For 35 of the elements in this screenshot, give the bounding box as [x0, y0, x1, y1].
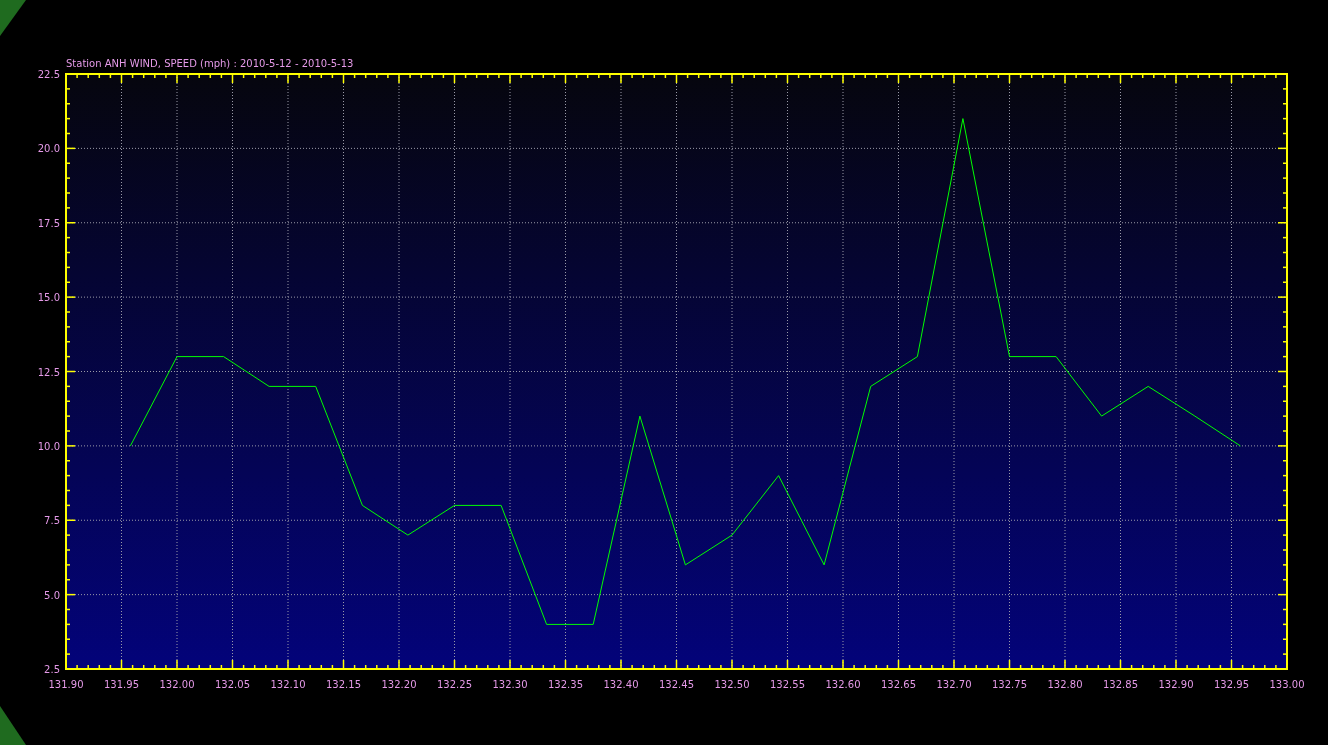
x-tick-label: 132.60	[825, 679, 861, 690]
x-tick-label: 132.55	[770, 679, 805, 690]
x-tick-label: 131.95	[104, 679, 139, 690]
y-tick-label: 5.0	[44, 589, 60, 601]
y-tick-label: 10.0	[37, 440, 60, 452]
x-tick-label: 132.45	[659, 679, 694, 690]
x-tick-label: 133.00	[1269, 679, 1305, 690]
y-tick-label: 7.5	[44, 515, 60, 527]
y-tick-label: 17.5	[37, 217, 60, 229]
x-tick-label: 132.50	[714, 679, 750, 690]
x-tick-label: 132.70	[936, 679, 972, 690]
x-tick-label: 132.85	[1103, 679, 1138, 690]
corner-shape	[0, 706, 26, 745]
chart-title: Station ANH WIND, SPEED (mph) : 2010-5-12 - 2010-5-13	[66, 58, 354, 69]
x-tick-label: 132.00	[159, 679, 195, 690]
x-tick-label: 131.90	[48, 679, 84, 690]
x-tick-label: 132.35	[548, 679, 583, 690]
x-tick-label: 132.65	[881, 679, 916, 690]
x-tick-label: 132.40	[603, 679, 639, 690]
y-tick-label: 22.5	[37, 69, 60, 80]
y-tick-label: 15.0	[37, 292, 60, 304]
y-tick-label: 20.0	[37, 143, 60, 155]
x-tick-label: 132.30	[492, 679, 528, 690]
x-tick-label: 132.90	[1158, 679, 1194, 690]
x-tick-label: 132.20	[381, 679, 417, 690]
y-tick-label: 12.5	[37, 366, 60, 378]
x-tick-label: 132.05	[215, 679, 250, 690]
x-tick-label: 132.75	[992, 679, 1027, 690]
x-tick-label: 132.80	[1047, 679, 1083, 690]
x-tick-label: 132.10	[270, 679, 306, 690]
corner-shape	[0, 0, 26, 36]
y-tick-label: 2.5	[44, 664, 60, 675]
x-tick-label: 132.95	[1214, 679, 1249, 690]
x-tick-label: 132.15	[326, 679, 361, 690]
x-tick-label: 132.25	[437, 679, 472, 690]
